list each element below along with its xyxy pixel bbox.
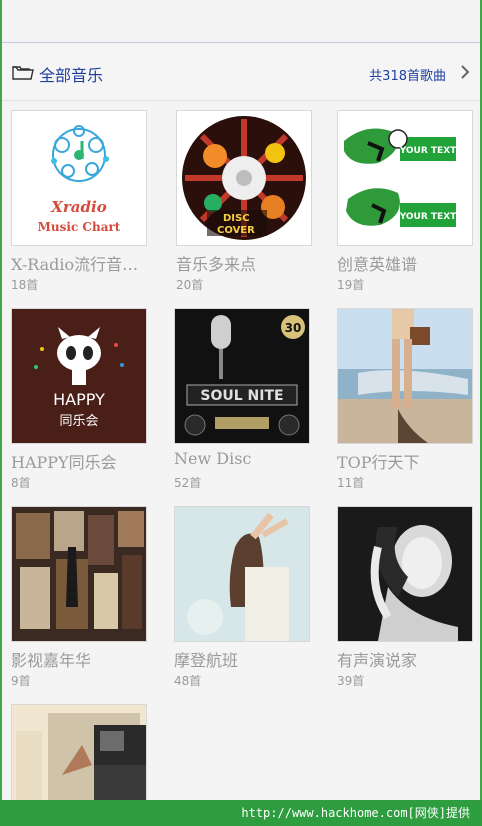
playlist-title: 创意英雄谱 [337,255,418,274]
playlist-grid: Xradio Music Chart X-Radio流行音… 18首 DISC … [0,100,482,800]
playlist-title: X-Radio流行音… [11,255,139,274]
playlist-cover[interactable]: Xradio Music Chart [11,110,147,246]
art-text: YOUR TEXT [399,212,457,222]
playlist-count: 48首 [174,674,202,688]
top-bar [2,0,480,43]
playlist-title: TOP行天下 [337,453,420,472]
playlist-cover[interactable]: YOUR TEXT YOUR TEXT [337,110,473,246]
chevron-right-icon[interactable] [460,64,470,80]
all-music-header[interactable]: 全部音乐 共318首歌曲 [2,44,480,101]
art-text: Xradio [50,198,106,216]
art-text: Music Chart [38,220,121,234]
playlist-count: 9首 [11,674,31,688]
playlist-title: New Disc [174,449,252,468]
playlist-count: 19首 [337,278,365,292]
art-text: COVER [217,225,255,236]
watermark-bar: http://www.hackhome.com[网侠]提供 [0,800,482,826]
watermark-text: http://www.hackhome.com[网侠]提供 [241,806,470,820]
playlist-cover[interactable] [11,704,147,800]
art-text: YOUR TEXT [399,146,457,156]
playlist-cover[interactable] [174,506,310,642]
art-text: SOUL NITE [200,388,283,404]
playlist-cover[interactable] [337,308,473,444]
song-count: 共318首歌曲 [369,69,446,84]
page-title: 全部音乐 [39,66,104,85]
folder-icon [12,66,34,80]
playlist-title: 影视嘉年华 [11,651,92,670]
playlist-cover[interactable]: 30 SOUL NITE [174,308,310,444]
playlist-count: 11首 [337,476,365,490]
playlist-title: 有声演说家 [337,651,418,670]
art-text: 30 [285,321,302,335]
playlist-count: 52首 [174,476,202,490]
playlist-count: 18首 [11,278,39,292]
playlist-title: HAPPY同乐会 [11,453,117,472]
art-text: 同乐会 [59,414,98,429]
playlist-count: 8首 [11,476,31,490]
playlist-count: 39首 [337,674,365,688]
art-text: HAPPY [53,390,105,409]
playlist-count: 20首 [176,278,204,292]
playlist-cover[interactable]: HAPPY 同乐会 [11,308,147,444]
playlist-cover[interactable]: DISC COVER [176,110,312,246]
playlist-title: 音乐多来点 [176,255,257,274]
playlist-cover[interactable] [337,506,473,642]
art-text: DISC [223,213,250,224]
playlist-title: 摩登航班 [174,651,239,670]
playlist-cover[interactable] [11,506,147,642]
